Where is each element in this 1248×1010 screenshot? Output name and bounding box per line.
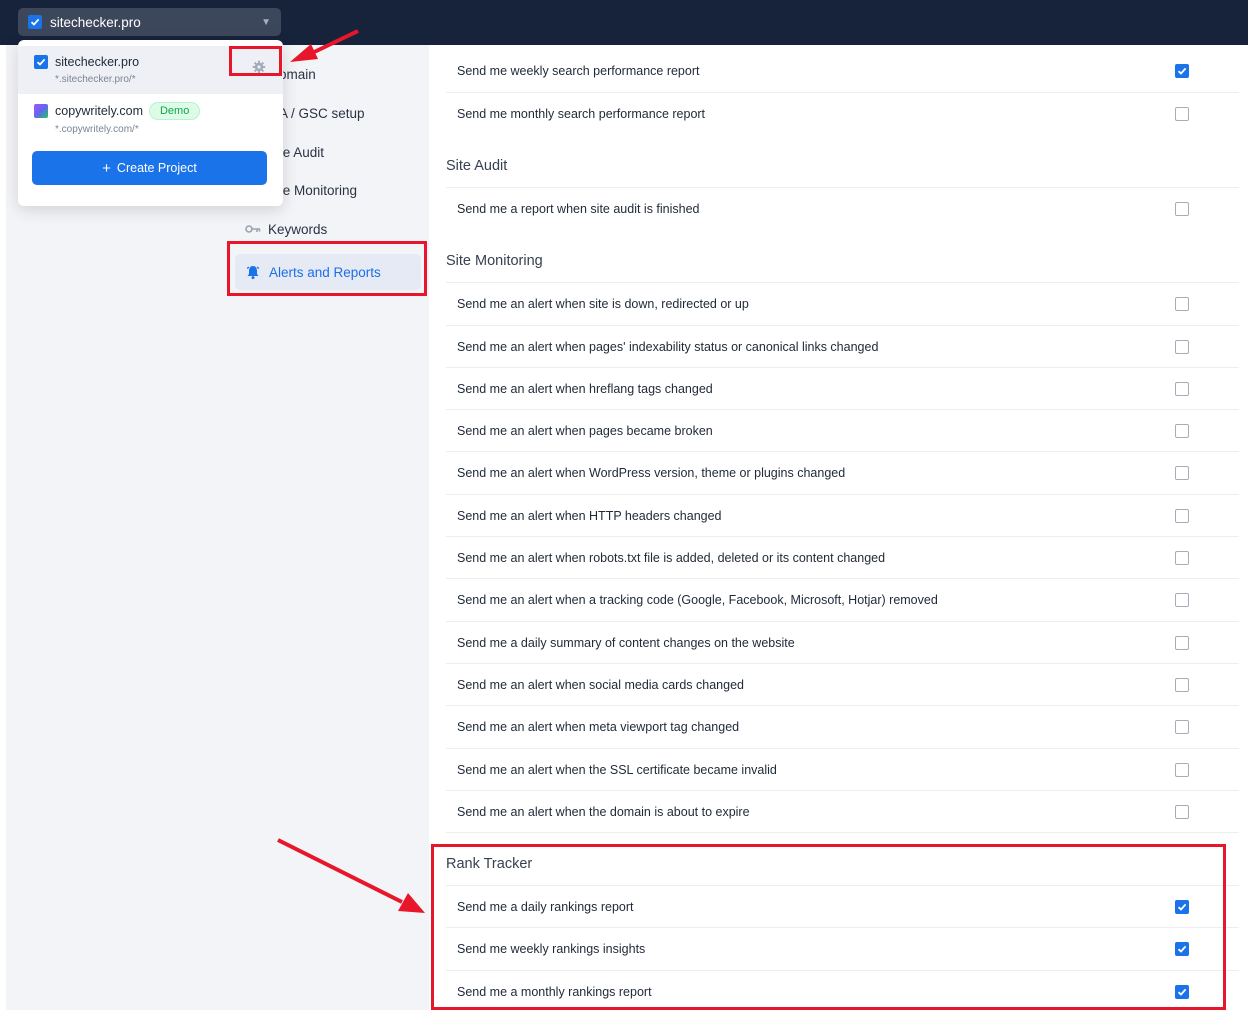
setting-checkbox[interactable] xyxy=(1175,465,1189,480)
setting-checkbox[interactable] xyxy=(1175,635,1189,650)
setting-checkbox[interactable] xyxy=(1175,106,1189,121)
setting-checkbox[interactable] xyxy=(1175,719,1189,734)
setting-checkbox[interactable] xyxy=(1175,339,1189,354)
setting-label: Send me an alert when WordPress version,… xyxy=(457,465,846,480)
demo-badge: Demo xyxy=(148,102,201,120)
copywritely-logo-icon xyxy=(34,104,48,118)
nav-item-keywords[interactable]: Keywords xyxy=(244,214,327,244)
setting-checkbox[interactable] xyxy=(1175,550,1189,565)
setting-checkbox[interactable] xyxy=(1175,762,1189,777)
setting-row: Send me an alert when pages became broke… xyxy=(446,409,1239,451)
setting-label: Send me an alert when robots.txt file is… xyxy=(457,550,886,565)
setting-checkbox[interactable] xyxy=(1175,592,1189,607)
setting-label: Send me a report when site audit is fini… xyxy=(457,201,700,216)
nav-item-label: te Monitoring xyxy=(279,182,358,198)
section-title-site-audit: Site Audit xyxy=(446,158,508,174)
setting-checkbox[interactable] xyxy=(1175,508,1189,523)
setting-checkbox[interactable] xyxy=(1175,677,1189,692)
section-divider xyxy=(446,832,1239,833)
setting-row: Send me an alert when social media cards… xyxy=(446,663,1239,705)
setting-row: Send me an alert when meta viewport tag … xyxy=(446,705,1239,747)
setting-label: Send me a daily summary of content chang… xyxy=(457,635,795,650)
setting-label: Send me an alert when social media cards… xyxy=(457,677,744,692)
nav-item-label: A / GSC setup xyxy=(279,105,365,121)
project-name: sitechecker.pro xyxy=(55,55,140,69)
project-name: copywritely.com xyxy=(55,104,143,118)
setting-row: Send me an alert when robots.txt file is… xyxy=(446,536,1239,578)
setting-row: Send me an alert when WordPress version,… xyxy=(446,451,1239,493)
setting-row: Send me monthly search performance repor… xyxy=(446,92,1239,134)
nav-item-label: omain xyxy=(279,66,316,82)
setting-label: Send me weekly search performance report xyxy=(457,64,700,78)
highlight-box-alerts xyxy=(227,241,427,296)
setting-label: Send me an alert when hreflang tags chan… xyxy=(457,381,713,396)
setting-label: Send me an alert when the SSL certificat… xyxy=(457,762,777,777)
setting-checkbox[interactable] xyxy=(1175,296,1189,311)
setting-row: Send me an alert when a tracking code (G… xyxy=(446,578,1239,620)
setting-checkbox[interactable] xyxy=(1175,423,1189,438)
setting-row: Send me an alert when site is down, redi… xyxy=(446,282,1239,324)
project-item-copywritely[interactable]: copywritely.com Demo xyxy=(34,102,201,120)
top-bar: sitechecker.pro ▼ xyxy=(0,0,1248,45)
setting-row: Send me an alert when pages' indexabilit… xyxy=(446,325,1239,367)
project-selector-label: sitechecker.pro xyxy=(50,14,141,30)
sitechecker-logo-icon xyxy=(34,55,48,69)
setting-row: Send me weekly search performance report xyxy=(446,50,1239,92)
create-project-label: Create Project xyxy=(116,161,197,175)
setting-row: Send me a daily summary of content chang… xyxy=(446,621,1239,663)
key-icon xyxy=(244,224,262,234)
setting-row: Send me a report when site audit is fini… xyxy=(446,187,1239,229)
project-domain: *.sitechecker.pro/* xyxy=(55,74,136,85)
setting-checkbox[interactable] xyxy=(1175,201,1189,216)
setting-label: Send me an alert when pages' indexabilit… xyxy=(457,339,879,354)
setting-row: Send me an alert when hreflang tags chan… xyxy=(446,367,1239,409)
setting-checkbox[interactable] xyxy=(1175,381,1189,396)
setting-checkbox[interactable] xyxy=(1175,64,1189,78)
setting-label: Send me an alert when HTTP headers chang… xyxy=(457,508,722,523)
highlight-box-settings xyxy=(229,46,282,76)
nav-item-label: Keywords xyxy=(268,221,328,237)
nav-item-label: te Audit xyxy=(279,144,325,160)
setting-label: Send me an alert when the domain is abou… xyxy=(457,804,750,819)
chevron-down-icon: ▼ xyxy=(261,16,271,28)
setting-label: Send me an alert when site is down, redi… xyxy=(457,296,749,311)
setting-checkbox[interactable] xyxy=(1175,804,1189,819)
sitechecker-logo-icon xyxy=(28,15,42,29)
setting-row: Send me an alert when the domain is abou… xyxy=(446,790,1239,832)
setting-row: Send me an alert when the SSL certificat… xyxy=(446,748,1239,790)
highlight-box-rank-tracker xyxy=(431,844,1226,1010)
plus-icon: + xyxy=(102,159,111,177)
setting-row: Send me an alert when HTTP headers chang… xyxy=(446,494,1239,536)
setting-label: Send me an alert when a tracking code (G… xyxy=(457,592,938,607)
setting-label: Send me an alert when pages became broke… xyxy=(457,423,713,438)
setting-label: Send me monthly search performance repor… xyxy=(457,106,706,121)
section-title-site-monitoring: Site Monitoring xyxy=(446,253,543,269)
project-domain: *.copywritely.com/* xyxy=(55,124,139,135)
project-selector[interactable]: sitechecker.pro ▼ xyxy=(18,8,281,36)
create-project-button[interactable]: + Create Project xyxy=(32,151,267,185)
setting-label: Send me an alert when meta viewport tag … xyxy=(457,719,740,734)
project-row: sitechecker.pro xyxy=(34,55,139,69)
